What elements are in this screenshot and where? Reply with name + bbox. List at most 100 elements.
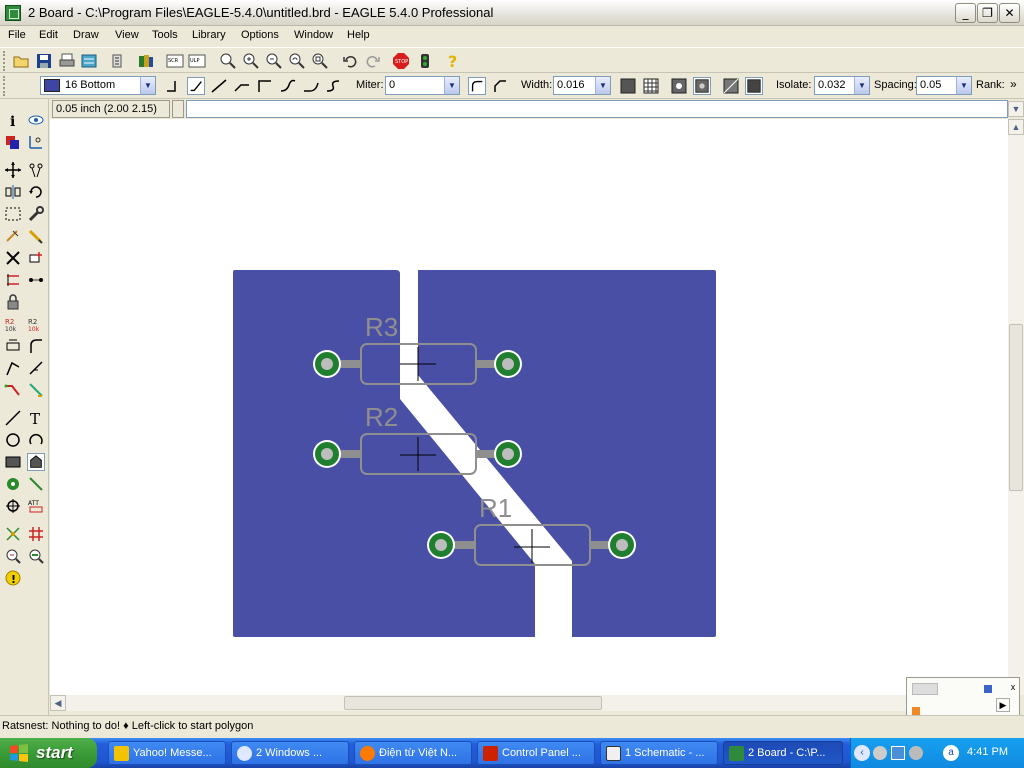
chevron-down-icon[interactable]: ▼ xyxy=(956,77,971,94)
menu-edit[interactable]: Edit xyxy=(39,29,58,41)
toolbar-grip[interactable] xyxy=(3,76,7,96)
wire-bend-3-icon[interactable] xyxy=(233,77,251,95)
thermals-off-icon[interactable] xyxy=(693,77,711,95)
lock-icon[interactable] xyxy=(4,293,22,311)
command-input[interactable] xyxy=(186,100,1008,118)
menu-draw[interactable]: Draw xyxy=(73,29,99,41)
change-wrench-icon[interactable] xyxy=(27,205,45,223)
pad-r2-2[interactable] xyxy=(494,440,522,468)
optimize-icon[interactable] xyxy=(27,359,45,377)
miter-select[interactable]: 0 ▼ xyxy=(385,76,460,95)
via-icon[interactable] xyxy=(4,475,22,493)
zoom-in-icon[interactable] xyxy=(242,52,260,70)
attribute-icon[interactable]: ATT xyxy=(27,497,45,515)
route-icon[interactable] xyxy=(4,381,22,399)
autorouter-icon[interactable] xyxy=(27,525,45,543)
orphans-off-icon[interactable] xyxy=(745,77,763,95)
miter-round-icon[interactable] xyxy=(468,77,486,95)
task-windows-explorer-group[interactable]: 2 Windows ... xyxy=(231,741,349,765)
group-icon[interactable] xyxy=(4,205,22,223)
minimize-button[interactable]: _ xyxy=(955,3,976,23)
maximize-button[interactable]: ❐ xyxy=(977,3,998,23)
menu-options[interactable]: Options xyxy=(241,29,279,41)
ripup-icon[interactable] xyxy=(27,381,45,399)
layer-select[interactable]: 16 Bottom ▼ xyxy=(40,76,156,95)
open-icon[interactable] xyxy=(12,52,30,70)
replace-icon[interactable] xyxy=(27,271,45,289)
chevron-down-icon[interactable]: ▼ xyxy=(444,77,459,94)
menu-library[interactable]: Library xyxy=(192,29,226,41)
cam-processor-icon[interactable] xyxy=(80,52,98,70)
task-eagle-board[interactable]: 2 Board - C:\P... xyxy=(723,741,843,765)
pad-r2-1[interactable] xyxy=(313,440,341,468)
menu-view[interactable]: View xyxy=(115,29,139,41)
zoom-out-icon[interactable] xyxy=(265,52,283,70)
toolbar-overflow-icon[interactable]: » xyxy=(1010,77,1017,91)
pad-r3-1[interactable] xyxy=(313,350,341,378)
signal-icon[interactable] xyxy=(27,475,45,493)
pad-r3-2[interactable] xyxy=(494,350,522,378)
vertical-scroll-thumb[interactable] xyxy=(1009,324,1023,491)
save-icon[interactable] xyxy=(35,52,53,70)
chevron-down-icon[interactable]: ▼ xyxy=(140,77,155,94)
paste-icon[interactable] xyxy=(4,227,22,245)
spacing-select[interactable]: 0.05 ▼ xyxy=(916,76,972,95)
task-firefox[interactable]: Điện từ Việt N... xyxy=(354,741,472,765)
rect-icon[interactable] xyxy=(4,453,22,471)
rotate-icon[interactable] xyxy=(27,183,45,201)
text-icon[interactable]: T xyxy=(27,409,45,427)
library-icon[interactable] xyxy=(137,52,155,70)
isolate-select[interactable]: 0.032 ▼ xyxy=(814,76,870,95)
start-button[interactable]: start xyxy=(0,738,97,768)
mark-icon[interactable] xyxy=(27,133,45,151)
task-eagle-schematic[interactable]: 1 Schematic - ... xyxy=(600,741,718,765)
move-icon[interactable] xyxy=(4,161,22,179)
display-layers-icon[interactable] xyxy=(4,133,22,151)
orphans-on-icon[interactable] xyxy=(722,77,740,95)
script-icon[interactable]: SCR xyxy=(166,52,184,70)
board-drawing[interactable]: R3 R2 R1 xyxy=(50,119,1008,695)
wire-bend-6-icon[interactable] xyxy=(302,77,320,95)
close-button[interactable]: ✕ xyxy=(999,3,1020,23)
value-icon[interactable]: R210k xyxy=(27,315,45,333)
volume-icon[interactable] xyxy=(909,746,923,760)
toolbar-grip[interactable] xyxy=(3,51,7,71)
wire-bend-2-icon[interactable] xyxy=(210,77,228,95)
wire-bend-1-icon[interactable] xyxy=(187,77,205,95)
drc-icon[interactable] xyxy=(27,547,45,565)
pour-solid-icon[interactable] xyxy=(619,77,637,95)
miter-tool-icon[interactable] xyxy=(27,337,45,355)
horizontal-scroll-thumb[interactable] xyxy=(344,696,602,710)
wire-bend-7-icon[interactable] xyxy=(325,77,343,95)
scroll-left-icon[interactable]: ◀ xyxy=(50,695,66,711)
circle-icon[interactable] xyxy=(4,431,22,449)
tray-app-icon[interactable] xyxy=(873,746,887,760)
vertical-scrollbar[interactable]: ▲ xyxy=(1008,119,1024,695)
horizontal-scrollbar[interactable]: ◀ xyxy=(50,695,1008,711)
task-control-panel[interactable]: Control Panel ... xyxy=(477,741,595,765)
show-eye-icon[interactable] xyxy=(27,111,45,129)
menu-tools[interactable]: Tools xyxy=(152,29,178,41)
cut-icon[interactable] xyxy=(27,227,45,245)
pad-r1-2[interactable] xyxy=(608,531,636,559)
language-icon[interactable]: a xyxy=(943,745,959,761)
polygon-icon[interactable] xyxy=(27,453,45,471)
board-canvas[interactable]: R3 R2 R1 xyxy=(50,119,1008,695)
thermals-on-icon[interactable] xyxy=(670,77,688,95)
go-icon[interactable] xyxy=(416,52,434,70)
command-history-chevron-down-icon[interactable]: ▼ xyxy=(1008,101,1024,117)
name-icon[interactable]: R210k xyxy=(4,315,22,333)
delete-icon[interactable] xyxy=(4,249,22,267)
wire-bend-0-icon[interactable] xyxy=(164,77,182,95)
miter-straight-icon[interactable] xyxy=(491,77,509,95)
wire-bend-4-icon[interactable] xyxy=(256,77,274,95)
erc-icon[interactable] xyxy=(4,547,22,565)
redo-icon[interactable] xyxy=(364,52,382,70)
notify-next-icon[interactable]: ▶ xyxy=(996,698,1010,712)
info-icon[interactable]: i xyxy=(4,111,22,129)
pour-hatch-icon[interactable] xyxy=(642,77,660,95)
ratsnest-icon[interactable] xyxy=(4,525,22,543)
eagle-app-icon[interactable] xyxy=(5,5,21,21)
zoom-select-icon[interactable] xyxy=(311,52,329,70)
notify-close-icon[interactable]: x xyxy=(1007,682,1019,694)
